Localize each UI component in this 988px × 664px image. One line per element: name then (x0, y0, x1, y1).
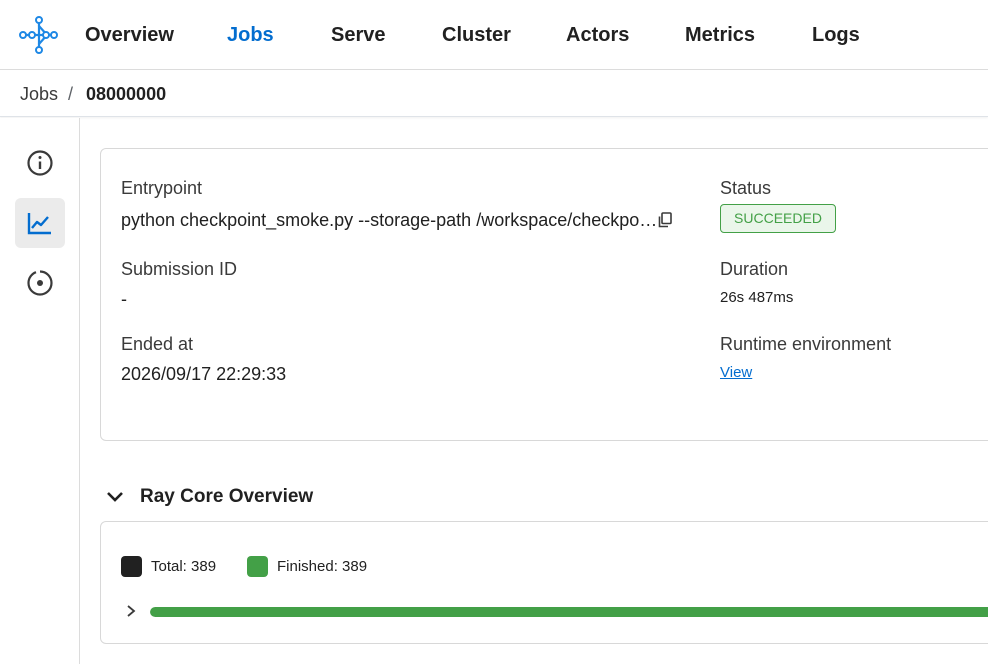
top-nav: Overview Jobs Serve Cluster Actors Metri… (0, 0, 988, 70)
nav-logs[interactable]: Logs (812, 23, 860, 47)
nav-metrics[interactable]: Metrics (685, 23, 755, 47)
legend-finished-swatch (247, 556, 268, 577)
nav-actors[interactable]: Actors (566, 23, 629, 47)
side-chart-button[interactable] (15, 198, 65, 248)
ray-core-section-toggle[interactable]: Ray Core Overview (104, 484, 313, 510)
legend-total-label: Total: 389 (151, 558, 217, 575)
ray-core-card: Total: 389 Finished: 389 (100, 521, 988, 644)
status-label: Status (720, 178, 772, 198)
breadcrumb-current: 08000000 (86, 84, 167, 104)
entrypoint-label: Entrypoint (121, 178, 203, 198)
info-icon (27, 150, 53, 176)
nav-jobs[interactable]: Jobs (227, 23, 274, 47)
status-badge: SUCCEEDED (720, 204, 836, 233)
duration-label: Duration (720, 259, 789, 279)
circle-dot-icon (27, 270, 53, 296)
breadcrumb: Jobs / 08000000 (0, 70, 988, 117)
task-progress-bar (150, 607, 988, 617)
submission-id-value: - (121, 289, 127, 309)
breadcrumb-jobs-link[interactable]: Jobs (20, 84, 58, 104)
ended-at-label: Ended at (121, 334, 194, 354)
duration-value: 26s 487ms (720, 289, 794, 306)
runtime-env-view-link[interactable]: View (720, 364, 752, 382)
ray-logo-icon[interactable] (18, 15, 58, 55)
nav-serve[interactable]: Serve (331, 23, 386, 47)
nav-cluster[interactable]: Cluster (442, 23, 511, 47)
side-core-button[interactable] (15, 258, 65, 308)
entrypoint-value: python checkpoint_smoke.py --storage-pat… (121, 210, 658, 230)
line-chart-icon (27, 213, 51, 235)
ended-at-value: 2026/09/17 22:29:33 (121, 364, 287, 384)
side-rail (0, 118, 80, 664)
task-progress-fill (150, 607, 988, 617)
job-info-card: Entrypoint python checkpoint_smoke.py --… (100, 148, 988, 441)
section-title: Ray Core Overview (140, 486, 314, 507)
submission-id-label: Submission ID (121, 259, 238, 279)
breadcrumb-separator: / (68, 84, 74, 104)
nav-overview[interactable]: Overview (85, 23, 174, 47)
legend-total-swatch (121, 556, 142, 577)
chevron-down-icon (107, 492, 123, 502)
side-info-button[interactable] (15, 138, 65, 188)
chevron-right-icon[interactable] (123, 603, 139, 619)
copy-icon[interactable] (656, 211, 674, 229)
runtime-env-label: Runtime environment (720, 334, 892, 354)
legend-finished-label: Finished: 389 (277, 558, 368, 575)
